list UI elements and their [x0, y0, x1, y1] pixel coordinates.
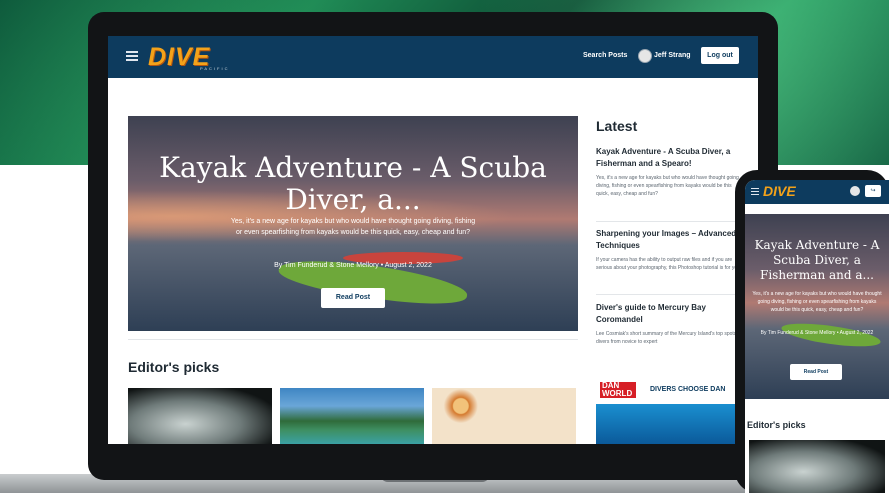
latest-post-excerpt: If your camera has the ability to output…	[596, 257, 742, 271]
latest-post-excerpt: Lee Cosmiak's short summary of the Mercu…	[596, 331, 744, 345]
mobile-site-logo[interactable]: DIVE	[763, 183, 796, 199]
latest-post-excerpt: Yes, it's a new age for kayaks but who w…	[596, 175, 739, 197]
hero-title[interactable]: Kayak Adventure - A Scuba Diver, a...	[128, 152, 578, 216]
logout-button[interactable]: Log out	[701, 47, 739, 64]
user-avatar[interactable]	[638, 49, 652, 63]
latest-post-item[interactable]: Kayak Adventure - A Scuba Diver, a Fishe…	[596, 146, 746, 198]
hero-excerpt: Yes, it's a new age for kayaks but who w…	[230, 218, 476, 236]
editors-pick-reef-image[interactable]	[432, 388, 576, 444]
ad-text: DIVERS CHOOSE DAN	[650, 386, 726, 393]
hamburger-menu-icon[interactable]	[126, 51, 138, 61]
search-posts-link[interactable]: Search Posts	[583, 52, 627, 59]
latest-post-item[interactable]: Sharpening your Images – Advanced Techni…	[596, 228, 746, 272]
mobile-hero-byline: By Tim Funderud & Stone Mellory • August…	[760, 330, 874, 336]
site-logo-subtitle: PACIFIC	[200, 66, 230, 71]
ad-diver-photo	[596, 404, 746, 444]
featured-post-hero[interactable]: Kayak Adventure - A Scuba Diver, a... Ye…	[128, 116, 578, 331]
user-name[interactable]: Jeff Strang	[654, 52, 691, 59]
editors-pick-jellyfish-image[interactable]	[128, 388, 272, 444]
mobile-featured-post-hero[interactable]: Kayak Adventure - A Scuba Diver, a Fishe…	[745, 214, 889, 399]
latest-post-title[interactable]: Diver's guide to Mercury Bay Coromandel	[596, 302, 746, 326]
divider	[596, 221, 746, 222]
laptop-screen: DIVE PACIFIC Search Posts Jeff Strang Lo…	[108, 36, 758, 444]
latest-post-item[interactable]: Diver's guide to Mercury Bay Coromandel …	[596, 302, 746, 346]
dan-advertisement[interactable]: DAN WORLD DIVERS CHOOSE DAN	[596, 376, 746, 444]
mobile-editors-pick-image[interactable]	[749, 440, 885, 493]
latest-post-title[interactable]: Sharpening your Images – Advanced Techni…	[596, 228, 746, 252]
divider	[128, 339, 578, 340]
read-post-button[interactable]: Read Post	[321, 288, 385, 308]
mobile-hamburger-icon[interactable]	[751, 188, 759, 197]
mobile-user-avatar[interactable]	[850, 186, 860, 196]
editors-picks-heading: Editor's picks	[128, 359, 220, 375]
mobile-editors-picks-heading: Editor's picks	[747, 420, 806, 430]
mobile-hero-title[interactable]: Kayak Adventure - A Scuba Diver, a Fishe…	[751, 238, 883, 283]
mobile-hero-excerpt: Yes, it's a new age for kayaks but who w…	[752, 291, 882, 313]
mobile-navbar: DIVE ↪	[745, 180, 889, 204]
latest-post-title[interactable]: Kayak Adventure - A Scuba Diver, a Fishe…	[596, 146, 746, 170]
hero-byline: By Tim Funderud & Stone Mellory • August…	[274, 262, 432, 269]
editors-pick-island-image[interactable]	[280, 388, 424, 444]
latest-heading: Latest	[596, 118, 638, 134]
site-navbar: DIVE PACIFIC Search Posts Jeff Strang Lo…	[108, 36, 758, 78]
phone-screen: DIVE ↪ Kayak Adventure - A Scuba Diver, …	[745, 180, 889, 493]
ad-logo: DAN WORLD	[600, 382, 636, 398]
mobile-read-post-button[interactable]: Read Post	[790, 364, 842, 380]
divider	[596, 294, 746, 295]
mobile-logout-icon[interactable]: ↪	[865, 185, 881, 197]
